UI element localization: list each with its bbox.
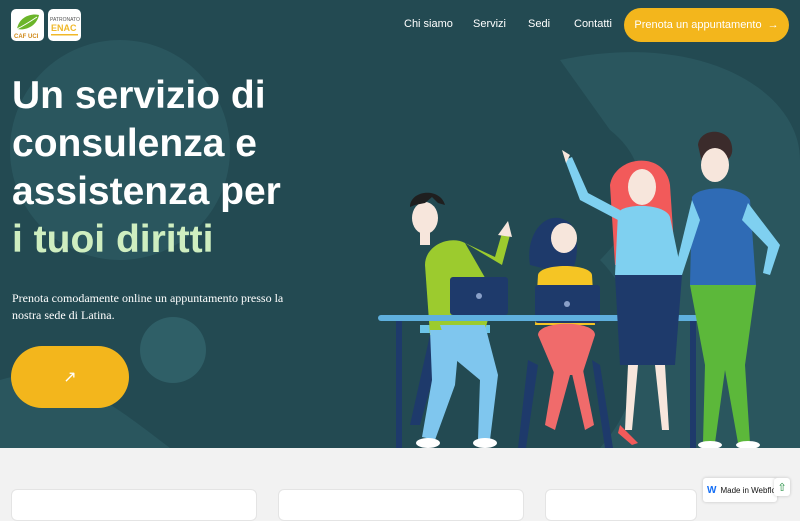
webflow-badge-label: Made in Webflow xyxy=(720,485,777,495)
illustration-woman-middle xyxy=(518,217,613,448)
service-card-1[interactable] xyxy=(11,489,257,521)
scroll-top-glyph: ⇧ xyxy=(777,480,787,494)
svg-text:CAF UCI: CAF UCI xyxy=(14,34,39,40)
hero-section: CAF UCI PATRONATO ENAC Chi siamo Servizi… xyxy=(0,0,800,448)
nav-link-chi-siamo[interactable]: Chi siamo xyxy=(404,18,453,30)
service-card-2[interactable] xyxy=(278,489,524,521)
webflow-badge[interactable]: W Made in Webflow xyxy=(703,478,777,502)
webflow-icon: W xyxy=(707,484,717,496)
hero-action-button[interactable]: ↗ xyxy=(11,346,129,408)
book-appointment-label: Prenota un appuntamento xyxy=(634,19,762,31)
hero-subtitle: Prenota comodamente online un appuntamen… xyxy=(12,291,284,322)
hero-title-line-1: Un servizio di xyxy=(12,74,266,117)
nav-link-sedi[interactable]: Sedi xyxy=(528,18,550,30)
nav-link-contatti[interactable]: Contatti xyxy=(574,18,612,30)
scroll-top-icon[interactable]: ⇧ xyxy=(774,478,790,496)
svg-text:ENAC: ENAC xyxy=(51,23,77,33)
nav-link-servizi[interactable]: Servizi xyxy=(473,18,506,30)
navbar: CAF UCI PATRONATO ENAC Chi siamo Servizi… xyxy=(0,0,800,52)
hero-title: Un servizio di consulenza e assistenza p… xyxy=(12,72,332,264)
hero-title-line-2: consulenza e xyxy=(12,122,257,165)
arrow-right-icon: → xyxy=(767,19,779,31)
book-appointment-button[interactable]: Prenota un appuntamento → xyxy=(624,8,789,42)
service-card-3[interactable] xyxy=(545,489,697,521)
hero-title-highlight: i tuoi diritti xyxy=(12,218,214,261)
team-illustration xyxy=(378,131,780,448)
hero-title-line-3: assistenza per xyxy=(12,170,281,213)
enac-logo-icon[interactable]: PATRONATO ENAC xyxy=(48,9,81,41)
caf-logo-icon[interactable]: CAF UCI xyxy=(11,9,44,41)
arrow-up-right-icon: ↗ xyxy=(63,369,77,386)
